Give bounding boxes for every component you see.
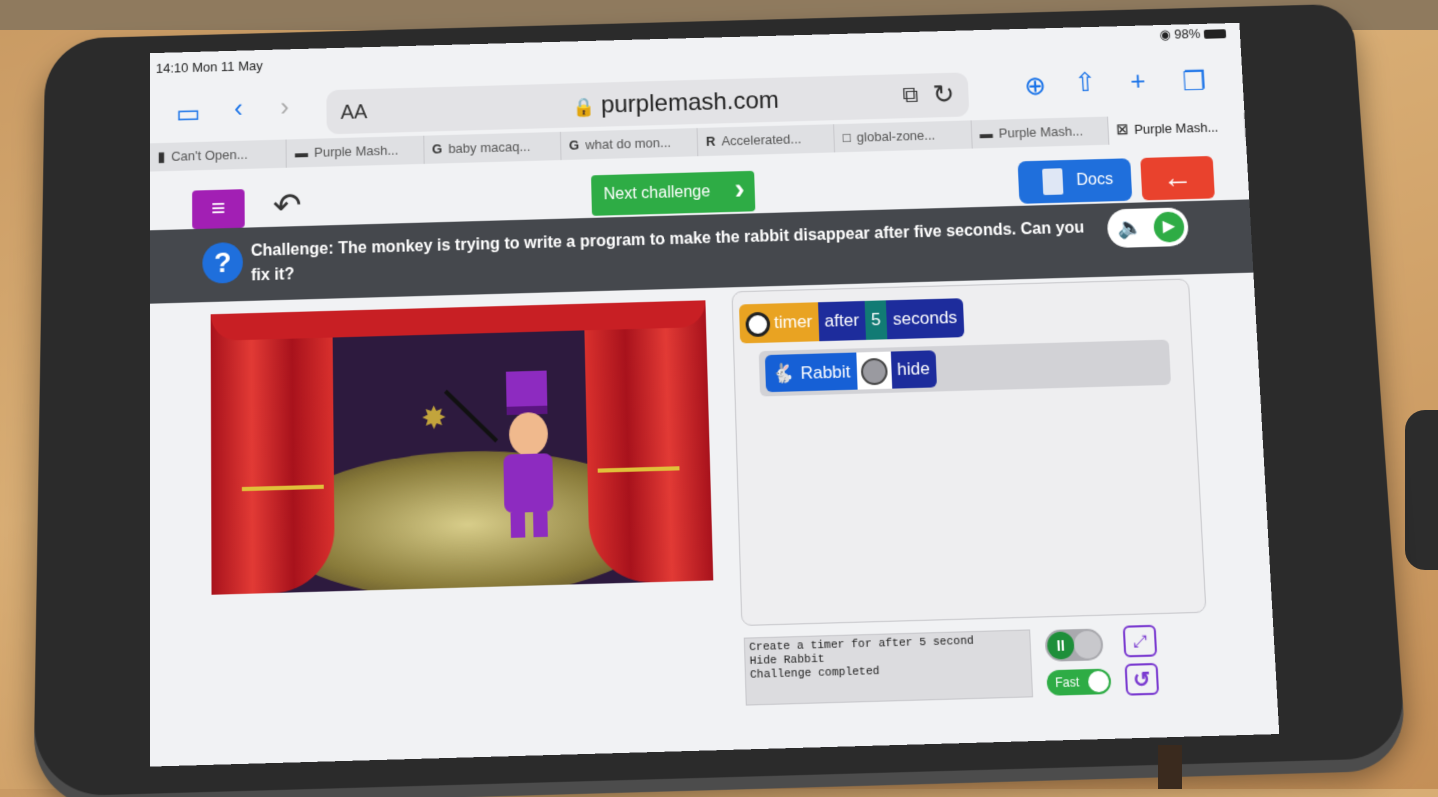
tablet-screen: 14:10 Mon 11 May ◉ 98% ▭ ‹ › AA 🔒 purplem… <box>149 22 1280 767</box>
forward-chevron-icon[interactable]: › <box>280 91 289 122</box>
timer-after: after <box>817 300 866 342</box>
url-text: purplemash.com <box>600 86 780 119</box>
curtain-right <box>583 300 714 584</box>
object-name: 🐇 Rabbit <box>764 352 858 393</box>
scene-stage: ✸ <box>210 300 714 595</box>
action-name: hide <box>890 350 937 389</box>
tab-label: Can't Open... <box>171 146 248 164</box>
next-challenge-label: Next challenge <box>603 183 711 204</box>
tab-label: Accelerated... <box>721 131 802 149</box>
battery-icon <box>1203 29 1227 39</box>
run-controls: II <box>1044 628 1104 662</box>
share-icon[interactable]: ⇧ <box>1074 67 1097 99</box>
challenge-text: Challenge: The monkey is trying to write… <box>250 219 1085 285</box>
lock-icon: 🔒 <box>572 96 596 118</box>
output-console: Create a timer for after 5 second Hide R… <box>743 629 1034 706</box>
code-area[interactable]: timer after 5 seconds 🐇 Rabbit hide <box>731 278 1207 627</box>
stylus <box>1158 745 1182 789</box>
battery-percent: 98% <box>1173 25 1201 42</box>
battery-indicator: ◉ 98% <box>1158 25 1227 43</box>
arrow-left-icon: ← <box>1161 160 1194 195</box>
tab-favicon: ▮ <box>157 148 166 165</box>
tabs-icon[interactable]: ❐ <box>1182 66 1207 98</box>
wand-sparkle: ✸ <box>420 401 447 437</box>
menu-button[interactable]: ≡ <box>192 189 245 230</box>
rabbit-hide-block[interactable]: 🐇 Rabbit hide <box>764 350 937 393</box>
speaker-icon[interactable]: 🔈 <box>1117 215 1143 241</box>
pause-icon[interactable]: II <box>1046 631 1075 660</box>
url-field[interactable]: 🔒 purplemash.com <box>572 87 779 121</box>
tab-label: Purple Mash... <box>998 123 1084 141</box>
tab[interactable]: Gbaby macaq... <box>423 131 562 164</box>
magician-leg <box>533 511 548 538</box>
magician-body <box>503 453 554 513</box>
fast-label: Fast <box>1054 674 1080 691</box>
hat-icon <box>860 357 888 385</box>
chevron-right-icon: › <box>734 172 746 206</box>
undo-arrow-icon[interactable]: ↶ <box>273 186 302 227</box>
audio-controls: 🔈 ▶ <box>1106 207 1190 249</box>
step-icon[interactable] <box>1073 630 1102 659</box>
tab[interactable]: R Accelerated... <box>697 124 836 157</box>
tab[interactable]: ▬ Purple Mash... <box>971 116 1110 149</box>
background-object <box>1405 410 1438 570</box>
back-arrow-button[interactable]: ← <box>1140 155 1215 201</box>
reload-icon[interactable]: ↻ <box>932 79 955 111</box>
timer-keyword: timer <box>738 302 820 344</box>
timer-value[interactable]: 5 <box>864 300 888 340</box>
document-icon <box>1042 168 1064 196</box>
toggle-knob <box>1087 670 1110 693</box>
tab[interactable]: □ global-zone... <box>834 120 973 153</box>
timer-block[interactable]: timer after 5 seconds <box>738 298 965 344</box>
tab-favicon: G <box>431 141 443 157</box>
top-hat <box>505 370 548 416</box>
sidebar-icon[interactable]: ▭ <box>176 98 201 130</box>
magic-wand <box>444 389 499 443</box>
timer-unit: seconds <box>886 298 965 340</box>
back-chevron-icon[interactable]: ‹ <box>234 93 243 124</box>
text-size-button[interactable]: AA <box>340 101 367 125</box>
tab-close-icon[interactable]: ☒ <box>1116 122 1129 138</box>
tab[interactable]: ▮ Can't Open... <box>149 139 287 172</box>
download-icon[interactable]: ⊕ <box>1024 70 1047 102</box>
tab[interactable]: Gwhat do mon... <box>560 128 699 161</box>
stopwatch-icon <box>745 311 771 337</box>
magician-leg <box>510 512 526 538</box>
tab[interactable]: ▬ Purple Mash... <box>286 135 425 168</box>
tab-favicon: G <box>568 137 580 153</box>
docs-label: Docs <box>1076 170 1114 190</box>
curtain-left <box>210 310 335 595</box>
undo-icon[interactable]: ↺ <box>1124 662 1160 696</box>
next-challenge-button[interactable]: Next challenge › <box>591 170 756 216</box>
tab-label: Purple Mash... <box>313 142 399 160</box>
help-question-icon[interactable]: ? <box>202 241 243 284</box>
magician-character[interactable] <box>496 370 560 538</box>
tab-favicon: R <box>705 133 716 149</box>
tab-favicon: ▬ <box>979 125 994 142</box>
tab-label: baby macaq... <box>448 138 531 157</box>
tab-label: global-zone... <box>856 127 936 145</box>
tab-active[interactable]: ☒ Purple Mash... <box>1107 112 1246 145</box>
tab-favicon: ▬ <box>294 144 309 161</box>
wifi-icon: ◉ <box>1158 26 1175 43</box>
timer-body: 🐇 Rabbit hide <box>758 339 1172 397</box>
hide-image-slot[interactable] <box>855 351 892 390</box>
tab-favicon: □ <box>842 129 852 146</box>
fast-toggle[interactable]: Fast <box>1046 668 1112 696</box>
tab-label: what do mon... <box>585 134 672 153</box>
menu-icon: ≡ <box>211 194 226 223</box>
expand-icon[interactable]: ⤢ <box>1122 624 1158 658</box>
play-icon[interactable]: ▶ <box>1153 211 1185 243</box>
magician-head <box>508 411 549 457</box>
extensions-icon[interactable]: ⧉ <box>902 82 919 108</box>
plus-icon[interactable]: + <box>1130 65 1147 96</box>
tab-label: Purple Mash... <box>1133 119 1219 137</box>
docs-button[interactable]: Docs <box>1017 158 1133 204</box>
rabbit-icon: 🐇 <box>771 362 795 384</box>
